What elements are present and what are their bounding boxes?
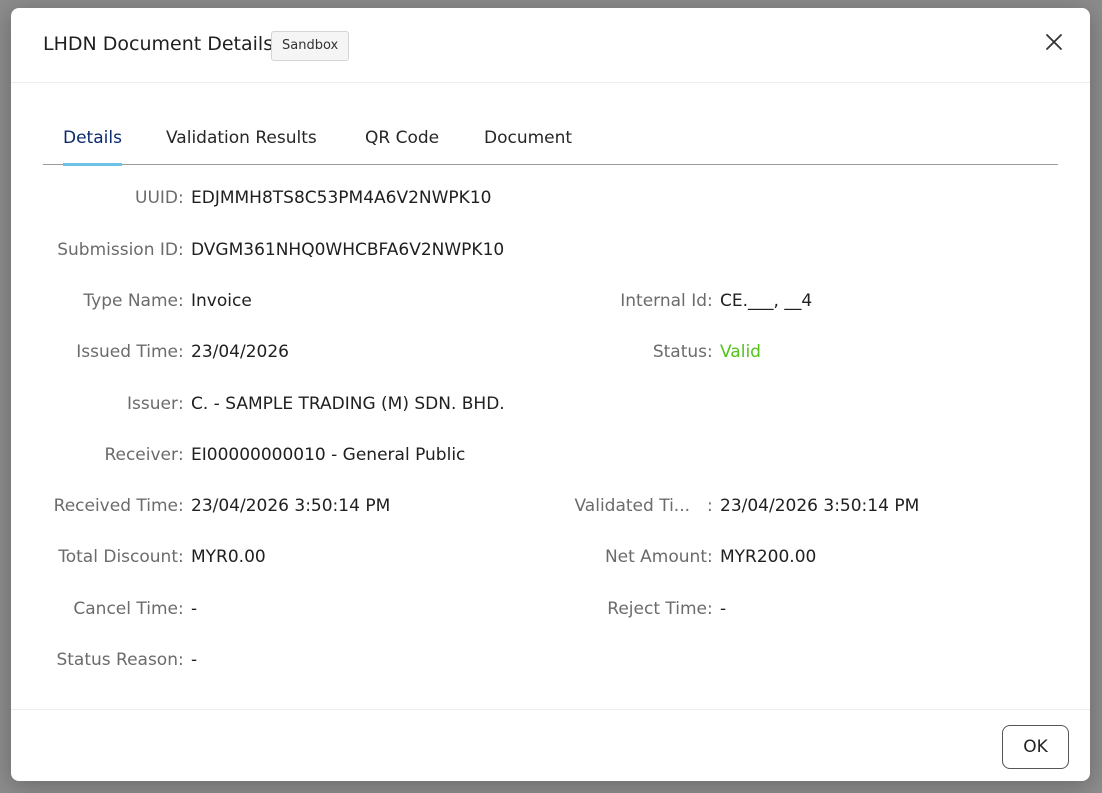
receiver-value: EI00000000010 - General Public: [191, 445, 466, 465]
uuid-label: UUID: [135, 188, 178, 208]
colon: :: [178, 547, 184, 567]
colon: :: [707, 599, 713, 619]
field-row-cancel-reject: Cancel Time : - Reject Time : -: [11, 599, 1090, 623]
field-receiver: Receiver : EI00000000010 - General Publi…: [11, 445, 1090, 469]
validated-time-value: 23/04/2026 3:50:14 PM: [720, 496, 920, 516]
colon: :: [178, 650, 184, 670]
colon: :: [178, 188, 184, 208]
tab-qr-code[interactable]: QR Code: [365, 128, 439, 165]
field-submission-id: Submission ID : DVGM361NHQ0WHCBFA6V2NWPK…: [11, 240, 1090, 264]
submission-id-value: DVGM361NHQ0WHCBFA6V2NWPK10: [191, 240, 505, 260]
status-value: Valid: [720, 342, 761, 362]
field-row-received-validated: Received Time : 23/04/2026 3:50:14 PM Va…: [11, 496, 1090, 520]
internal-id-value: CE.___, __4: [720, 291, 813, 311]
reject-time-label: Reject Time: [607, 599, 707, 619]
issuer-value: C. - SAMPLE TRADING (M) SDN. BHD.: [191, 394, 505, 414]
colon: :: [178, 342, 184, 362]
colon: :: [178, 291, 184, 311]
type-name-value: Invoice: [191, 291, 252, 311]
status-reason-label: Status Reason: [56, 650, 178, 670]
colon: :: [707, 291, 713, 311]
field-issuer: Issuer : C. - SAMPLE TRADING (M) SDN. BH…: [11, 394, 1090, 418]
colon: :: [707, 547, 713, 567]
tab-bar: Details Validation Results QR Code Docum…: [43, 116, 1058, 166]
modal-header: LHDN Document Details Sandbox: [11, 8, 1090, 83]
cancel-time-value: -: [191, 599, 198, 619]
colon: :: [707, 496, 713, 516]
received-time-value: 23/04/2026 3:50:14 PM: [191, 496, 391, 516]
net-amount-value: MYR200.00: [720, 547, 817, 567]
lhdn-document-details-modal: LHDN Document Details Sandbox Details Va…: [11, 8, 1090, 781]
total-discount-value: MYR0.00: [191, 547, 266, 567]
colon: :: [178, 394, 184, 414]
validated-time-label: Validated Ti...: [574, 496, 691, 516]
field-uuid: UUID : EDJMMH8TS8C53PM4A6V2NWPK10: [11, 188, 1090, 212]
receiver-label: Receiver: [104, 445, 178, 465]
uuid-value: EDJMMH8TS8C53PM4A6V2NWPK10: [191, 188, 492, 208]
close-button[interactable]: [1042, 30, 1066, 54]
environment-badge: Sandbox: [271, 31, 350, 61]
modal-footer: OK: [11, 709, 1090, 781]
tab-details[interactable]: Details: [63, 128, 122, 166]
field-status-reason: Status Reason : -: [11, 650, 1090, 674]
colon: :: [178, 496, 184, 516]
internal-id-label: Internal Id: [620, 291, 707, 311]
submission-id-label: Submission ID: [57, 240, 178, 260]
field-row-type-internal: Type Name : Invoice Internal Id : CE.___…: [11, 291, 1090, 315]
colon: :: [707, 342, 713, 362]
total-discount-label: Total Discount: [58, 547, 178, 567]
field-row-discount-net: Total Discount : MYR0.00 Net Amount : MY…: [11, 547, 1090, 571]
issued-time-label: Issued Time: [76, 342, 178, 362]
field-row-issued-status: Issued Time : 23/04/2026 Status : Valid: [11, 342, 1090, 366]
issued-time-value: 23/04/2026: [191, 342, 289, 362]
close-icon: [1046, 34, 1062, 50]
tab-document[interactable]: Document: [484, 128, 572, 165]
modal-title: LHDN Document Details: [43, 33, 274, 55]
issuer-label: Issuer: [127, 394, 178, 414]
tab-validation-results[interactable]: Validation Results: [166, 128, 317, 165]
reject-time-value: -: [720, 599, 727, 619]
received-time-label: Received Time: [53, 496, 178, 516]
status-reason-value: -: [191, 650, 198, 670]
cancel-time-label: Cancel Time: [73, 599, 178, 619]
type-name-label: Type Name: [83, 291, 178, 311]
status-label: Status: [652, 342, 707, 362]
colon: :: [178, 599, 184, 619]
colon: :: [178, 445, 184, 465]
ok-button[interactable]: OK: [1002, 725, 1069, 769]
colon: :: [178, 240, 184, 260]
net-amount-label: Net Amount: [604, 547, 707, 567]
